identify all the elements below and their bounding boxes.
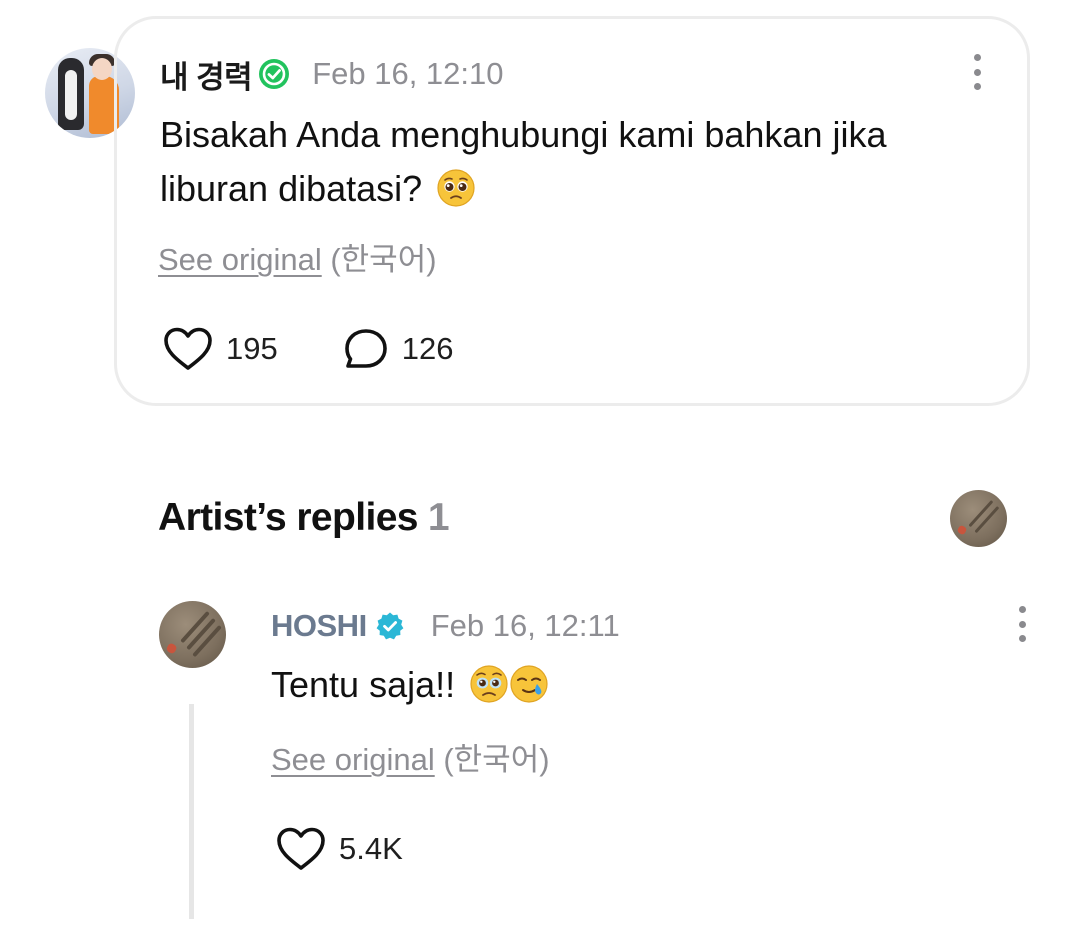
comment-body: Bisakah Anda menghubungi kami bahkan jik… bbox=[160, 108, 990, 216]
artist-replies-count: 1 bbox=[427, 496, 450, 539]
comment-count: 126 bbox=[401, 331, 454, 366]
reply-timestamp: Feb 16, 12:11 bbox=[430, 608, 620, 643]
reply-like-button[interactable]: 5.4K bbox=[275, 826, 403, 872]
pleading-face-emoji-icon bbox=[437, 169, 475, 207]
artist-replies-heading: Artist’s replies 1 bbox=[158, 496, 450, 540]
avatar-figure-shape bbox=[65, 70, 77, 120]
comment-actions: 195 126 bbox=[162, 326, 453, 372]
speech-bubble-icon bbox=[344, 329, 387, 368]
smiling-face-with-tear-emoji-icon bbox=[510, 665, 548, 703]
reply-like-count: 5.4K bbox=[339, 831, 403, 866]
reply-original-language-label: (한국어) bbox=[443, 742, 550, 777]
reply-body: Tentu saja!! bbox=[271, 660, 549, 710]
verified-badge-icon bbox=[376, 612, 404, 640]
avatar-texture-shape bbox=[974, 505, 1000, 534]
comment-author-row: 내 경력 Feb 16, 12:10 bbox=[160, 52, 504, 97]
reply-actions: 5.4K bbox=[275, 826, 403, 872]
avatar-figure-shape bbox=[92, 58, 112, 80]
reply-author-avatar[interactable] bbox=[159, 601, 226, 668]
see-original-link[interactable]: See original bbox=[158, 242, 322, 277]
artist-replies-title: Artist’s replies bbox=[158, 496, 419, 539]
reply-more-menu-icon[interactable] bbox=[1012, 604, 1032, 644]
comment-button[interactable]: 126 bbox=[342, 326, 454, 372]
heart-icon bbox=[164, 327, 212, 370]
original-language-label: (한국어) bbox=[330, 242, 437, 277]
reply-text: Tentu saja!! bbox=[271, 664, 456, 705]
heart-icon bbox=[277, 827, 325, 870]
reply-author-name[interactable]: HOSHI bbox=[271, 608, 367, 644]
avatar-texture-shape bbox=[165, 642, 179, 656]
artist-avatar-small[interactable] bbox=[950, 490, 1007, 547]
reply-see-original-link[interactable]: See original bbox=[271, 742, 435, 777]
face-holding-back-tears-emoji-icon bbox=[470, 665, 508, 703]
avatar-texture-shape bbox=[956, 524, 968, 536]
comment-author-name[interactable]: 내 경력 bbox=[160, 52, 253, 97]
like-count: 195 bbox=[226, 331, 278, 366]
comment-timestamp: Feb 16, 12:10 bbox=[312, 56, 504, 91]
reply-see-original-row: See original (한국어) bbox=[271, 734, 550, 779]
verified-check-icon bbox=[259, 59, 290, 89]
comment-more-menu-icon[interactable] bbox=[967, 52, 987, 92]
reply-thread-line bbox=[189, 704, 194, 919]
see-original-row: See original (한국어) bbox=[158, 234, 437, 279]
like-button[interactable]: 195 bbox=[162, 326, 278, 372]
comment-text: Bisakah Anda menghubungi kami bahkan jik… bbox=[160, 114, 887, 209]
reply-author-row: HOSHI Feb 16, 12:11 bbox=[271, 606, 620, 646]
